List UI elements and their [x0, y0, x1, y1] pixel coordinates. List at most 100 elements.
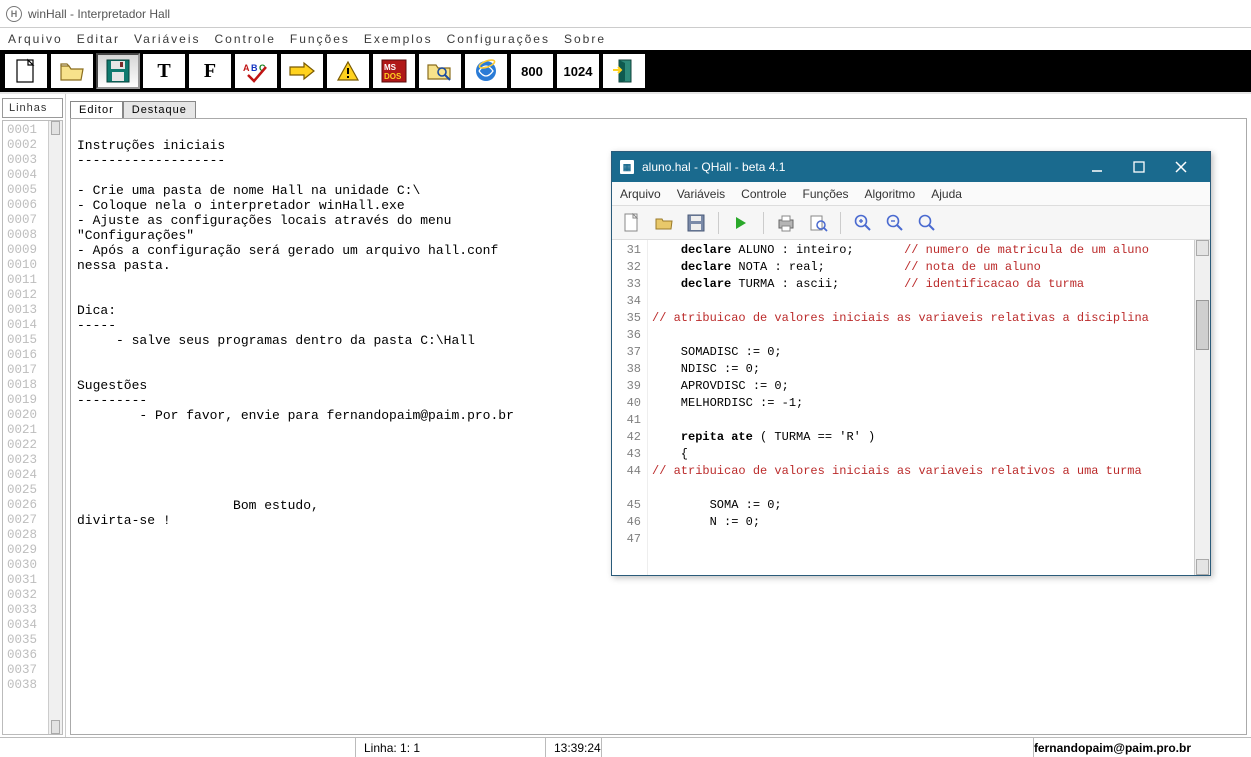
zoom-in-icon: [854, 214, 872, 232]
q-zoom-out-button[interactable]: [883, 211, 907, 235]
status-cell-spacer: [602, 738, 1034, 757]
q-zoom-reset-button[interactable]: [915, 211, 939, 235]
q-print-button[interactable]: [774, 211, 798, 235]
warning-icon: [336, 60, 360, 82]
run-button[interactable]: [280, 53, 324, 89]
toolbar-separator: [763, 212, 764, 234]
menubar: Arquivo Editar Variáveis Controle Funçõe…: [0, 28, 1251, 50]
warning-button[interactable]: [326, 53, 370, 89]
qhall-code-area[interactable]: declare ALUNO : inteiro; // numero de ma…: [648, 240, 1194, 575]
minimize-button[interactable]: [1076, 152, 1118, 182]
msdos-button[interactable]: MSDOS: [372, 53, 416, 89]
q-new-button[interactable]: [620, 211, 644, 235]
titlebar: H winHall - Interpretador Hall: [0, 0, 1251, 28]
exit-button[interactable]: [602, 53, 646, 89]
menu-exemplos[interactable]: Exemplos: [364, 32, 433, 46]
status-time: 13:39:24: [546, 738, 602, 757]
qhall-title-text: aluno.hal - QHall - beta 4.1: [642, 160, 785, 174]
open-folder-icon: [654, 214, 674, 232]
floppy-disk-icon: [105, 58, 131, 84]
qmenu-controle[interactable]: Controle: [741, 187, 786, 201]
qmenu-ajuda[interactable]: Ajuda: [931, 187, 962, 201]
toolbar-separator: [840, 212, 841, 234]
q-print-preview-button[interactable]: [806, 211, 830, 235]
arrow-right-icon: [288, 61, 316, 81]
tab-editor[interactable]: Editor: [70, 101, 123, 119]
line-numbers-body: 0001 0002 0003 0004 0005 0006 0007 0008 …: [2, 120, 63, 735]
size-800-label: 800: [521, 64, 543, 79]
tab-destaque[interactable]: Destaque: [123, 101, 196, 119]
svg-text:DOS: DOS: [384, 72, 402, 81]
qmenu-arquivo[interactable]: Arquivo: [620, 187, 661, 201]
close-button[interactable]: [1160, 152, 1202, 182]
new-button[interactable]: [4, 53, 48, 89]
maximize-icon: [1133, 161, 1145, 173]
svg-text:B: B: [251, 63, 258, 73]
msdos-icon: MSDOS: [381, 59, 407, 83]
abc-check-icon: ABC: [242, 59, 270, 83]
play-icon: [733, 215, 749, 231]
q-zoom-in-button[interactable]: [851, 211, 875, 235]
svg-text:MS: MS: [384, 63, 397, 72]
qhall-app-icon: ▦: [620, 160, 634, 174]
line-numbers-panel: Linhas 0001 0002 0003 0004 0005 0006 000…: [0, 94, 66, 737]
qmenu-funcoes[interactable]: Funções: [803, 187, 849, 201]
linhas-tab[interactable]: Linhas: [2, 98, 63, 118]
status-cell-empty: [0, 738, 356, 757]
svg-text:A: A: [243, 63, 250, 73]
new-file-icon: [15, 58, 37, 84]
toolbar: T F ABC MSDOS 800 1024: [0, 50, 1251, 92]
page-search-icon: [808, 214, 828, 232]
app-icon: H: [6, 6, 22, 22]
toolbar-separator: [718, 212, 719, 234]
printer-icon: [776, 214, 796, 232]
internet-button[interactable]: [464, 53, 508, 89]
abc-check-button[interactable]: ABC: [234, 53, 278, 89]
menu-controle[interactable]: Controle: [215, 32, 276, 46]
menu-editar[interactable]: Editar: [77, 32, 120, 46]
qhall-menubar: Arquivo Variáveis Controle Funções Algor…: [612, 182, 1210, 206]
qmenu-algoritmo[interactable]: Algoritmo: [865, 187, 916, 201]
editor-tabs: Editor Destaque: [66, 94, 1251, 118]
q-save-button[interactable]: [684, 211, 708, 235]
menu-arquivo[interactable]: Arquivo: [8, 32, 63, 46]
size-800-button[interactable]: 800: [510, 53, 554, 89]
floppy-disk-icon: [687, 214, 705, 232]
status-line: Linha: 1: 1: [356, 738, 546, 757]
qhall-vscrollbar[interactable]: [1194, 240, 1210, 575]
window-title: winHall - Interpretador Hall: [28, 7, 170, 21]
menu-sobre[interactable]: Sobre: [564, 32, 606, 46]
qhall-toolbar: [612, 206, 1210, 240]
status-email: fernandopaim@paim.pro.br: [1034, 741, 1251, 755]
f-icon: F: [204, 60, 216, 83]
q-run-button[interactable]: [729, 211, 753, 235]
scrollbar-thumb[interactable]: [1196, 300, 1209, 350]
line-numbers-scrollbar[interactable]: [48, 121, 62, 734]
menu-configuracoes[interactable]: Configurações: [447, 32, 550, 46]
menu-funcoes[interactable]: Funções: [290, 32, 350, 46]
new-file-icon: [623, 213, 641, 233]
qhall-window: ▦ aluno.hal - QHall - beta 4.1 Arquivo V…: [611, 151, 1211, 576]
find-button[interactable]: [418, 53, 462, 89]
zoom-out-icon: [886, 214, 904, 232]
qhall-body: 31 32 33 34 35 36 37 38 39 40 41 42 43 4…: [612, 240, 1210, 575]
letter-t-button[interactable]: T: [142, 53, 186, 89]
qmenu-variaveis[interactable]: Variáveis: [677, 187, 725, 201]
open-button[interactable]: [50, 53, 94, 89]
maximize-button[interactable]: [1118, 152, 1160, 182]
close-icon: [1175, 161, 1187, 173]
q-open-button[interactable]: [652, 211, 676, 235]
letter-f-button[interactable]: F: [188, 53, 232, 89]
size-1024-button[interactable]: 1024: [556, 53, 600, 89]
menu-variaveis[interactable]: Variáveis: [134, 32, 200, 46]
open-folder-icon: [59, 60, 85, 82]
magnifier-icon: [918, 214, 936, 232]
statusbar: Linha: 1: 1 13:39:24 fernandopaim@paim.p…: [0, 737, 1251, 757]
save-button[interactable]: [96, 53, 140, 89]
line-numbers-list: 0001 0002 0003 0004 0005 0006 0007 0008 …: [3, 121, 48, 734]
exit-door-icon: [611, 58, 637, 84]
folder-search-icon: [426, 59, 454, 83]
qhall-titlebar[interactable]: ▦ aluno.hal - QHall - beta 4.1: [612, 152, 1210, 182]
internet-explorer-icon: [473, 58, 499, 84]
t-icon: T: [157, 60, 170, 83]
